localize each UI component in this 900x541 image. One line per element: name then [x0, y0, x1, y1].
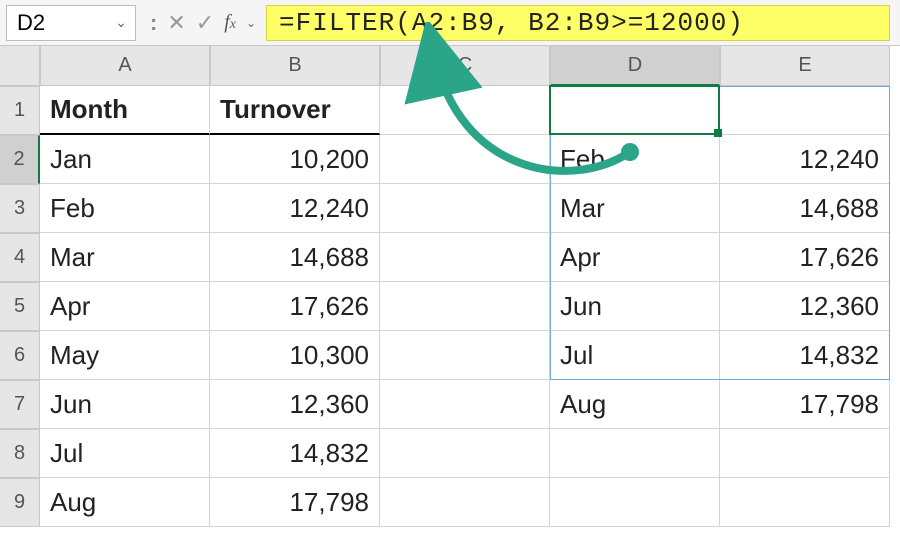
enter-icon[interactable]: ✓: [196, 10, 214, 36]
cell-e1[interactable]: [720, 86, 890, 135]
cell-e2[interactable]: 12,240: [720, 135, 890, 184]
cell-e6[interactable]: 14,832: [720, 331, 890, 380]
cell-d6[interactable]: Jul: [550, 331, 720, 380]
cell-d2[interactable]: Feb: [550, 135, 720, 184]
cell-e9[interactable]: [720, 478, 890, 527]
cell-d9[interactable]: [550, 478, 720, 527]
cell-a7[interactable]: Jun: [40, 380, 210, 429]
separator-icon: :: [150, 10, 157, 36]
col-header-e[interactable]: E: [720, 46, 890, 86]
cell-a9[interactable]: Aug: [40, 478, 210, 527]
cell-c6[interactable]: [380, 331, 550, 380]
cell-a1[interactable]: Month: [40, 86, 210, 135]
cell-a2[interactable]: Jan: [40, 135, 210, 184]
row-header-2[interactable]: 2: [0, 135, 40, 184]
select-all-corner[interactable]: [0, 46, 40, 86]
row-header-4[interactable]: 4: [0, 233, 40, 282]
formula-text: =FILTER(A2:B9, B2:B9>=12000): [279, 8, 744, 38]
cell-b1[interactable]: Turnover: [210, 86, 380, 135]
spreadsheet-grid: A B C D E 1 Month Turnover 2 Jan 10,200 …: [0, 46, 900, 527]
cell-c2[interactable]: [380, 135, 550, 184]
col-header-d[interactable]: D: [550, 46, 720, 86]
col-header-c[interactable]: C: [380, 46, 550, 86]
row-header-9[interactable]: 9: [0, 478, 40, 527]
formula-bar-controls: : ✕ ✓ fx ⌄: [140, 10, 266, 36]
row-header-3[interactable]: 3: [0, 184, 40, 233]
cell-d8[interactable]: [550, 429, 720, 478]
cell-e5[interactable]: 12,360: [720, 282, 890, 331]
cell-d1[interactable]: [550, 86, 720, 135]
cell-e7[interactable]: 17,798: [720, 380, 890, 429]
chevron-down-icon[interactable]: ⌄: [246, 16, 256, 30]
cell-b7[interactable]: 12,360: [210, 380, 380, 429]
cell-b8[interactable]: 14,832: [210, 429, 380, 478]
cell-c9[interactable]: [380, 478, 550, 527]
cell-c5[interactable]: [380, 282, 550, 331]
name-box[interactable]: D2 ⌄: [6, 5, 136, 41]
row-header-7[interactable]: 7: [0, 380, 40, 429]
row-header-8[interactable]: 8: [0, 429, 40, 478]
cell-d3[interactable]: Mar: [550, 184, 720, 233]
cell-c7[interactable]: [380, 380, 550, 429]
formula-input[interactable]: =FILTER(A2:B9, B2:B9>=12000): [266, 5, 890, 41]
fx-icon[interactable]: fx: [224, 11, 236, 34]
cell-e4[interactable]: 17,626: [720, 233, 890, 282]
cell-c8[interactable]: [380, 429, 550, 478]
chevron-down-icon[interactable]: ⌄: [115, 14, 127, 31]
cell-a5[interactable]: Apr: [40, 282, 210, 331]
cell-b2[interactable]: 10,200: [210, 135, 380, 184]
cell-a6[interactable]: May: [40, 331, 210, 380]
cell-d7[interactable]: Aug: [550, 380, 720, 429]
cell-c3[interactable]: [380, 184, 550, 233]
cell-e3[interactable]: 14,688: [720, 184, 890, 233]
cancel-icon[interactable]: ✕: [167, 10, 185, 36]
cell-b9[interactable]: 17,798: [210, 478, 380, 527]
cell-e8[interactable]: [720, 429, 890, 478]
cell-b5[interactable]: 17,626: [210, 282, 380, 331]
cell-a4[interactable]: Mar: [40, 233, 210, 282]
cell-b3[interactable]: 12,240: [210, 184, 380, 233]
row-header-5[interactable]: 5: [0, 282, 40, 331]
col-header-a[interactable]: A: [40, 46, 210, 86]
cell-c1[interactable]: [380, 86, 550, 135]
col-header-b[interactable]: B: [210, 46, 380, 86]
row-header-1[interactable]: 1: [0, 86, 40, 135]
cell-a3[interactable]: Feb: [40, 184, 210, 233]
cell-c4[interactable]: [380, 233, 550, 282]
formula-bar: D2 ⌄ : ✕ ✓ fx ⌄ =FILTER(A2:B9, B2:B9>=12…: [0, 0, 900, 46]
cell-d5[interactable]: Jun: [550, 282, 720, 331]
name-box-value: D2: [17, 10, 45, 36]
cell-d4[interactable]: Apr: [550, 233, 720, 282]
cell-a8[interactable]: Jul: [40, 429, 210, 478]
row-header-6[interactable]: 6: [0, 331, 40, 380]
cell-b6[interactable]: 10,300: [210, 331, 380, 380]
cell-b4[interactable]: 14,688: [210, 233, 380, 282]
